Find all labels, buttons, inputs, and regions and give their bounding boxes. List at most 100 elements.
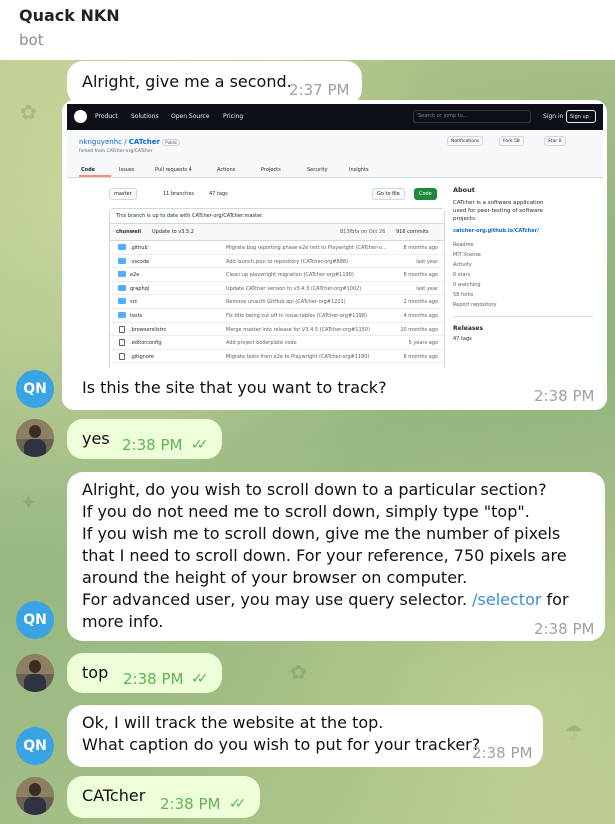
file-commit-message: Fix title being cut off in issue-tables … (226, 312, 367, 319)
selector-command-link[interactable]: /selector (472, 590, 541, 609)
message-text: Alright, do you wish to scroll down to a… (82, 479, 592, 633)
pattern-icon: ✿ (290, 660, 307, 684)
message-bubble[interactable]: top 2:38 PM ✓✓ (67, 653, 222, 693)
read-check-icon: ✓✓ (229, 796, 247, 812)
commit-meta: 813fbfa on Oct 26 (340, 229, 386, 235)
file-name: .gitignore (130, 353, 154, 360)
folder-icon (118, 311, 126, 318)
about-item: 0 stars (453, 272, 471, 278)
about-item: 58 forks (453, 292, 474, 298)
commit-count: 916 commits (396, 229, 429, 235)
file-row: src Remove unauth GitHub api (CATcher-org… (110, 295, 444, 309)
file-age: last year (416, 285, 438, 292)
about-panel: About CATcher is a software application … (453, 186, 593, 342)
file-name: .editorconfig (130, 340, 162, 347)
read-check-icon: ✓✓ (191, 671, 209, 687)
message-time: 2:38 PM (472, 744, 533, 762)
file-rows: .github Migrate bug reporting phase e2e t… (110, 241, 444, 364)
repo-owner: nkn­guyenhc (79, 138, 122, 146)
sign-in-link: Sign in (543, 113, 564, 120)
file-age: last year (416, 258, 438, 265)
message-line: If you do not need me to scroll down, si… (82, 502, 530, 521)
tags-count: 47 tags (209, 191, 228, 197)
fork-pill: Fork 58 (499, 136, 524, 146)
nav-item: Solutions (131, 113, 159, 120)
message-text: top (82, 663, 109, 682)
file-name: graphql (130, 285, 150, 292)
message-text: yes (82, 429, 110, 448)
file-name: src (130, 299, 138, 306)
user-avatar[interactable] (16, 777, 54, 815)
message-bubble[interactable]: Alright, give me a second. 2:37 PM (67, 61, 362, 105)
message-time: 2:38 PM (123, 670, 184, 688)
message-bubble[interactable]: Alright, do you wish to scroll down to a… (67, 472, 605, 641)
file-age: 8 months ago (403, 245, 439, 251)
branches-count: 11 branches (163, 191, 195, 197)
message-bubble[interactable]: CATcher 2:38 PM ✓✓ (67, 776, 260, 818)
message-time: 2:38 PM (160, 795, 221, 813)
file-row: graphql Update CATcher version to v3.4.3 … (110, 282, 444, 296)
file-name: .browserslistrc (130, 326, 167, 333)
sign-up-button: Sign up (566, 110, 596, 123)
message-line: If you wish me to scroll down, give me t… (82, 524, 567, 587)
go-to-file-button: Go to file (372, 188, 405, 200)
user-avatar[interactable] (16, 419, 54, 457)
tab-actions: Actions (217, 167, 236, 173)
chat-title: Quack NKN (19, 6, 120, 25)
bot-avatar[interactable]: QN (16, 370, 54, 408)
commit-message: Update to v3.5.2 (152, 229, 194, 235)
pattern-icon: ✿ (20, 100, 37, 124)
bot-avatar[interactable]: QN (16, 601, 54, 639)
file-list: This branch is up to date with CATcher-o… (109, 208, 445, 368)
releases-tags: 47 tags (453, 336, 472, 342)
file-age: 8 months ago (403, 353, 439, 360)
file-commit-message: Remove unauth GitHub api (CATcher-org#12… (226, 299, 346, 306)
website-screenshot[interactable]: Product Solutions Open Source Pricing Se… (67, 104, 603, 368)
folder-icon (118, 257, 126, 264)
star-pill: Star 0 (544, 136, 566, 146)
about-item: Activity (453, 262, 472, 268)
folder-icon (118, 271, 126, 278)
file-age: 2 months ago (403, 299, 439, 306)
message-line: For advanced user, you may use query sel… (82, 590, 569, 631)
file-age: 5 years ago (408, 340, 438, 347)
active-tab-underline (79, 175, 111, 177)
tab-security: Security (307, 167, 328, 173)
message-line: Alright, do you wish to scroll down to a… (82, 480, 547, 499)
bot-avatar[interactable]: QN (16, 727, 54, 765)
file-age: 10 months ago (400, 326, 438, 333)
github-logo-icon (74, 110, 87, 123)
nav-item: Product (95, 113, 118, 120)
message-time: 2:38 PM (534, 387, 595, 405)
file-icon (119, 352, 125, 360)
about-item: 0 watching (453, 282, 481, 288)
about-items: Readme MIT license Activity 0 stars 0 watchi… (453, 240, 593, 310)
message-time: 2:37 PM (289, 81, 350, 99)
about-item: Readme (453, 242, 474, 248)
message-bubble[interactable]: Ok, I will track the website at the top.… (67, 705, 543, 767)
user-avatar[interactable] (16, 654, 54, 692)
latest-commit: chunweii Update to v3.5.2 813fbfa on Oct… (110, 224, 444, 241)
read-check-icon: ✓✓ (191, 437, 209, 453)
file-name: tests (130, 312, 143, 319)
file-commit-message: Update CATcher version to v3.4.3 (CATche… (226, 285, 362, 292)
nav-item: Open Source (171, 113, 210, 120)
tab-code: Code (81, 167, 96, 173)
commit-author: chunweii (116, 229, 142, 235)
tab-insights: Insights (349, 167, 369, 173)
chat-header[interactable]: Quack NKN bot (0, 0, 615, 60)
branch-status: This branch is up to date with CATcher-o… (110, 209, 444, 224)
code-button: Code (414, 188, 437, 200)
forked-from: forked from CATcher-org/CATcher (79, 149, 153, 154)
message-text: CATcher (82, 786, 146, 805)
about-link: catcher-org.github.io/CATcher/ (453, 228, 539, 234)
releases-title: Releases (453, 316, 593, 332)
pattern-icon: ✦ (20, 490, 37, 514)
file-row: .gitignore Migrate tests from e2e to Play… (110, 350, 444, 364)
folder-icon (118, 244, 126, 250)
github-search: Search or jump to... (413, 110, 531, 123)
notifications-pill: Notifications (447, 136, 484, 146)
message-bubble[interactable]: yes 2:38 PM ✓✓ (67, 419, 222, 459)
file-row: e2e Clean up playwright migration (CATche… (110, 268, 444, 282)
file-row: tests Fix title being cut off in issue-ta… (110, 309, 444, 323)
